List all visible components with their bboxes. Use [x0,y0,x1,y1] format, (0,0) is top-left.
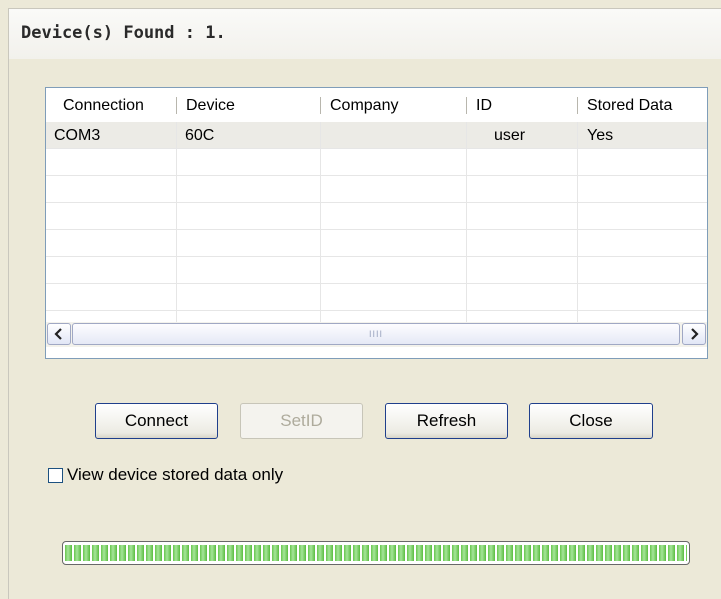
refresh-button[interactable]: Refresh [385,403,508,439]
scroll-left-button[interactable] [47,323,71,345]
column-header-device[interactable]: Device [177,88,320,122]
cell-stored-data: Yes [587,127,614,144]
cell-id: user [494,127,526,144]
close-button[interactable]: Close [529,403,653,439]
table-row[interactable]: COM3 60C user Yes [46,122,707,149]
scroll-right-button[interactable] [682,323,706,345]
column-header-stored-data[interactable]: Stored Data [578,88,707,122]
scroll-thumb[interactable]: IIII [72,323,680,345]
grid-line [577,122,578,322]
column-header-connection[interactable]: Connection [54,88,176,122]
cell-company [330,122,460,149]
grid-line [176,122,177,322]
title-bar: Device(s) Found : 1. [8,8,721,60]
empty-row [46,149,707,176]
horizontal-scrollbar[interactable]: IIII [46,322,707,347]
setid-button[interactable]: SetID [240,403,363,439]
connect-button[interactable]: Connect [95,403,218,439]
cell-connection: COM3 [54,127,101,144]
grip-icon: IIII [368,329,383,339]
grid-line [320,122,321,322]
empty-row [46,284,707,311]
stored-data-checkbox[interactable] [48,467,63,483]
empty-row [46,176,707,203]
dialog-title: Device(s) Found : 1. [21,23,226,43]
empty-row [46,203,707,230]
grid-line [466,122,467,322]
device-list[interactable]: Connection Device Company ID Stored Data… [45,87,708,359]
column-header-id[interactable]: ID [467,88,577,122]
list-body: COM3 60C user Yes [46,122,707,322]
empty-row [46,257,707,284]
list-header: Connection Device Company ID Stored Data [46,88,707,122]
chevron-left-icon [54,328,62,340]
checkbox-label[interactable]: View device stored data only [67,465,283,485]
empty-row [46,230,707,257]
stored-data-filter[interactable]: View device stored data only [48,464,283,486]
progress-fill [65,545,687,561]
device-dialog: Device(s) Found : 1. Connection Device C… [0,0,721,599]
column-header-company[interactable]: Company [321,88,466,122]
cell-device: 60C [185,127,215,144]
chevron-right-icon [691,328,699,340]
progress-bar [62,541,690,565]
